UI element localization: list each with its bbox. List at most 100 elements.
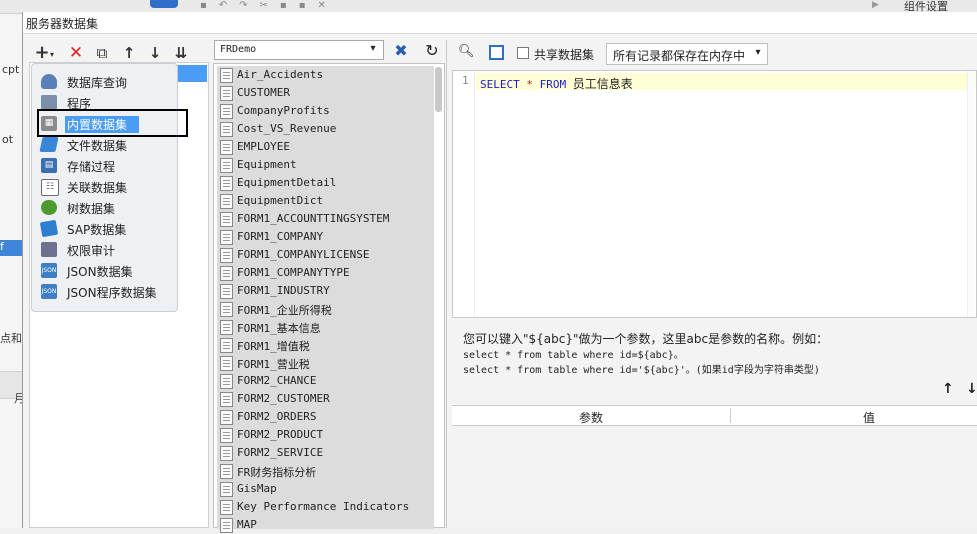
table-name: MAP <box>237 518 257 531</box>
sql-keyword-select: SELECT <box>480 78 520 91</box>
table-list[interactable]: Air_Accidents CUSTOMER CompanyProfits Cost_… <box>213 63 445 533</box>
table-list-item[interactable]: FORM1_INDUSTRY <box>217 282 434 300</box>
table-icon <box>220 122 233 137</box>
sql-line-1: SELECT * FROM 员工信息表 <box>476 73 976 91</box>
table-list-item[interactable]: Air_Accidents <box>217 66 434 84</box>
table-icon <box>220 464 233 479</box>
tree-dataset-icon <box>41 200 57 215</box>
table-name: FORM1_COMPANYTYPE <box>237 266 350 279</box>
parameter-table-body[interactable] <box>452 426 977 528</box>
param-move-up-icon[interactable]: ↑ <box>942 381 954 397</box>
menu-item-json-program-dataset[interactable]: JSON JSON程序数据集 <box>32 281 179 302</box>
share-dataset-checkbox[interactable] <box>517 47 529 59</box>
param-move-down-icon[interactable]: ↓ <box>966 381 977 397</box>
table-name: FORM2_ORDERS <box>237 410 317 423</box>
file-dataset-icon <box>39 137 59 152</box>
table-icon <box>220 68 233 83</box>
menu-item-file-dataset[interactable]: 文件数据集 <box>32 134 179 155</box>
table-name: GisMap <box>237 482 277 495</box>
table-list-item[interactable]: CUSTOMER <box>217 84 434 102</box>
permission-audit-icon <box>41 242 57 257</box>
table-list-item[interactable]: EquipmentDict <box>217 192 434 210</box>
table-icon <box>220 374 233 389</box>
table-list-item[interactable]: FORM1_企业所得税 <box>217 300 434 318</box>
sap-dataset-icon <box>39 219 59 238</box>
table-name: FR财务指标分析 <box>237 466 317 479</box>
move-up-icon[interactable]: ↑ <box>119 43 139 63</box>
table-list-item[interactable]: FORM2_CUSTOMER <box>217 390 434 408</box>
memory-mode-select[interactable]: 所有记录都保存在内存中 ▾ <box>606 43 768 65</box>
parameter-icon[interactable] <box>489 45 504 60</box>
sort-icon[interactable]: ⇊ <box>171 43 191 63</box>
table-icon <box>220 194 233 209</box>
table-list-item[interactable]: FORM1_COMPANYTYPE <box>217 264 434 282</box>
table-list-item[interactable]: FORM1_增值税 <box>217 336 434 354</box>
table-list-item[interactable]: FORM1_COMPANY <box>217 228 434 246</box>
column-divider <box>446 40 447 528</box>
table-list-item[interactable]: CompanyProfits <box>217 102 434 120</box>
table-list-item[interactable]: FORM2_ORDERS <box>217 408 434 426</box>
sql-keyword-from: FROM <box>539 78 567 91</box>
chevron-down-icon[interactable]: ▾ <box>365 43 381 57</box>
table-list-item[interactable]: FORM1_COMPANYLICENSE <box>217 246 434 264</box>
table-list-item[interactable]: EMPLOYEE <box>217 138 434 156</box>
table-icon <box>220 140 233 155</box>
menu-item-stored-procedure[interactable]: ▤ 存储过程 <box>32 155 179 176</box>
table-icon <box>220 86 233 101</box>
bg-snippet-4: 点和 <box>0 332 22 345</box>
dataset-type-menu: 数据库查询 程序 ▦ 内置数据集 文件数据集 ▤ 存储过程 ☷ 关联数据集 树数… <box>31 63 178 312</box>
menu-item-sap-dataset[interactable]: SAP数据集 <box>32 218 179 239</box>
menu-item-json-dataset[interactable]: JSON JSON数据集 <box>32 260 179 281</box>
table-list-item[interactable]: Key Performance Indicators <box>217 498 434 516</box>
table-icon <box>220 176 233 191</box>
refresh-icon[interactable]: ↻ <box>421 40 443 61</box>
table-list-item[interactable]: Cost_VS_Revenue <box>217 120 434 138</box>
editor-scrollbar[interactable] <box>967 71 975 317</box>
table-icon <box>220 410 233 425</box>
chevron-down-icon[interactable]: ▾ <box>751 47 765 58</box>
stored-procedure-icon: ▤ <box>41 158 57 173</box>
delete-icon[interactable]: ✕ <box>66 43 86 63</box>
table-icon <box>220 428 233 443</box>
share-dataset-label: 共享数据集 <box>534 48 595 62</box>
table-icon <box>220 248 233 263</box>
table-list-item[interactable]: FORM2_PRODUCT <box>217 426 434 444</box>
table-list-item[interactable]: FORM2_CHANCE <box>217 372 434 390</box>
table-list-item[interactable]: FORM1_营业税 <box>217 354 434 372</box>
table-name: FORM1_基本信息 <box>237 322 321 335</box>
help-line-2: select * from table where id=${abc}。 <box>463 350 684 361</box>
menu-item-database-query[interactable]: 数据库查询 <box>32 71 179 92</box>
table-list-item[interactable]: MAP <box>217 516 434 534</box>
table-list-item[interactable]: GisMap <box>217 480 434 498</box>
menu-item-tree-dataset[interactable]: 树数据集 <box>32 197 179 218</box>
table-list-item[interactable]: Equipment <box>217 156 434 174</box>
table-icon <box>220 212 233 227</box>
table-list-item[interactable]: FORM2_SERVICE <box>217 444 434 462</box>
connection-select[interactable]: FRDemo ▾ <box>214 40 384 60</box>
help-line-1: 您可以键入"${abc}"做为一个参数，这里abc是参数的名称。例如： <box>463 332 829 346</box>
connection-settings-icon[interactable]: ✖ <box>390 40 412 61</box>
table-name: Key Performance Indicators <box>237 500 410 513</box>
table-icon <box>220 500 233 515</box>
move-down-icon[interactable]: ↓ <box>145 43 165 63</box>
background-toolbar-icons: ▪↶↷✂▪▪✕ <box>200 0 338 11</box>
table-list-item[interactable]: FORM1_基本信息 <box>217 318 434 336</box>
value-column-header: 值 <box>862 411 875 425</box>
table-icon <box>220 482 233 497</box>
help-line-3: select * from table where id='${abc}'。(如… <box>463 365 820 376</box>
preview-icon[interactable]: 🔍︎ <box>458 44 475 62</box>
dialog-title: 服务器数据集 <box>26 17 99 31</box>
table-name: FORM2_PRODUCT <box>237 428 324 441</box>
menu-item-related-dataset[interactable]: ☷ 关联数据集 <box>32 176 179 197</box>
copy-icon[interactable]: ⧉ <box>92 43 112 63</box>
dialog-title-bar: 服务器数据集 <box>23 12 977 34</box>
menu-item-permission-audit[interactable]: 权限审计 <box>32 239 179 260</box>
table-list-item[interactable]: FR财务指标分析 <box>217 462 434 480</box>
table-list-scrollbar[interactable] <box>435 67 442 112</box>
table-icon <box>220 266 233 281</box>
table-icon <box>220 104 233 119</box>
table-name: FORM1_INDUSTRY <box>237 284 330 297</box>
sql-editor[interactable]: 1 SELECT * FROM 员工信息表 <box>452 70 977 318</box>
table-list-item[interactable]: FORM1_ACCOUNTTINGSYSTEM <box>217 210 434 228</box>
table-list-item[interactable]: EquipmentDetail <box>217 174 434 192</box>
